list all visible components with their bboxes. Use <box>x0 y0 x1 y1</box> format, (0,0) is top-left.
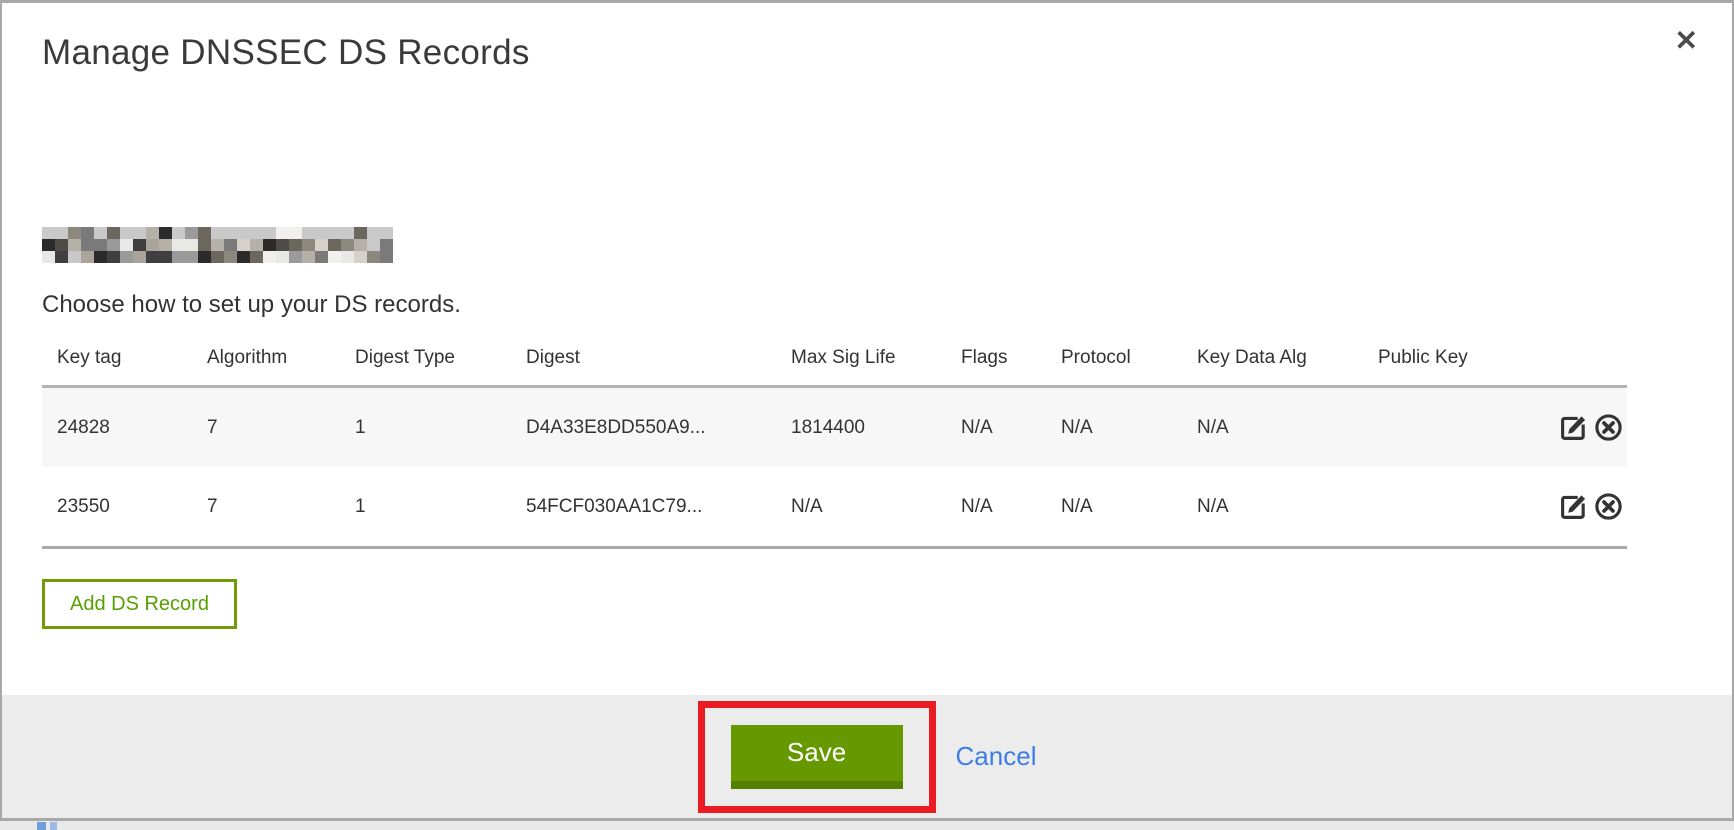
table-cell: N/A <box>1197 467 1378 548</box>
table-cell: N/A <box>1061 387 1197 468</box>
manage-dnssec-modal: Manage DNSSEC DS Records ✕ Choose how to… <box>0 0 1734 821</box>
save-button[interactable]: Save <box>731 725 903 789</box>
table-cell: 7 <box>207 467 355 548</box>
table-cell: N/A <box>961 387 1061 468</box>
table-cell: N/A <box>1197 387 1378 468</box>
close-icon[interactable]: ✕ <box>1675 27 1698 55</box>
table-cell: N/A <box>1061 467 1197 548</box>
edit-record-icon[interactable] <box>1559 492 1588 521</box>
table-row: 235507154FCF030AA1C79...N/AN/AN/AN/A <box>42 467 1627 548</box>
table-cell: D4A33E8DD550A9... <box>526 387 791 468</box>
cancel-link[interactable]: Cancel <box>956 741 1037 772</box>
table-cell: 1 <box>355 387 526 468</box>
column-header: Digest <box>526 333 791 387</box>
table-cell: 23550 <box>42 467 207 548</box>
table-cell <box>1378 387 1528 468</box>
table-cell: 1814400 <box>791 387 961 468</box>
redacted-domain-name <box>42 227 393 263</box>
delete-record-icon[interactable] <box>1594 492 1623 521</box>
column-header: Public Key <box>1378 333 1528 387</box>
column-header: Protocol <box>1061 333 1197 387</box>
table-cell: 24828 <box>42 387 207 468</box>
column-header: Algorithm <box>207 333 355 387</box>
modal-footer: Save Cancel <box>2 695 1732 818</box>
delete-record-icon[interactable] <box>1594 413 1623 442</box>
column-header-actions <box>1528 333 1627 387</box>
column-header: Key tag <box>42 333 207 387</box>
column-header: Key Data Alg <box>1197 333 1378 387</box>
table-cell: N/A <box>961 467 1061 548</box>
column-header: Max Sig Life <box>791 333 961 387</box>
background-page-fragment <box>50 822 57 830</box>
table-cell <box>1378 467 1528 548</box>
ds-table-head-row: Key tagAlgorithmDigest TypeDigestMax Sig… <box>42 333 1627 387</box>
table-cell: 7 <box>207 387 355 468</box>
screen: Manage DNSSEC DS Records ✕ Choose how to… <box>0 0 1734 830</box>
add-ds-record-button[interactable]: Add DS Record <box>42 579 237 629</box>
page-title: Manage DNSSEC DS Records <box>42 33 530 73</box>
table-cell: 54FCF030AA1C79... <box>526 467 791 548</box>
ds-records-table: Key tagAlgorithmDigest TypeDigestMax Sig… <box>42 333 1627 549</box>
row-actions-cell <box>1528 467 1627 548</box>
ds-table-head: Key tagAlgorithmDigest TypeDigestMax Sig… <box>42 333 1627 387</box>
column-header: Flags <box>961 333 1061 387</box>
background-page-fragment <box>37 822 46 830</box>
save-annotation-highlight: Save <box>698 701 936 813</box>
ds-records-body: 2482871D4A33E8DD550A9...1814400N/AN/AN/A… <box>42 387 1627 548</box>
table-row: 2482871D4A33E8DD550A9...1814400N/AN/AN/A <box>42 387 1627 468</box>
table-cell: N/A <box>791 467 961 548</box>
column-header: Digest Type <box>355 333 526 387</box>
instruction-text: Choose how to set up your DS records. <box>42 291 461 319</box>
table-cell: 1 <box>355 467 526 548</box>
row-actions-cell <box>1528 387 1627 468</box>
edit-record-icon[interactable] <box>1559 413 1588 442</box>
